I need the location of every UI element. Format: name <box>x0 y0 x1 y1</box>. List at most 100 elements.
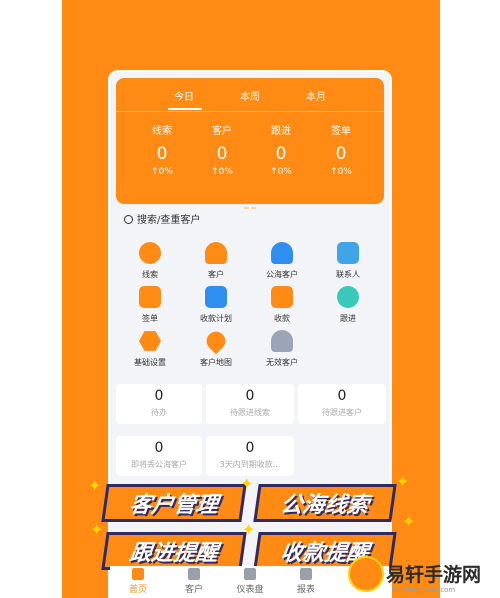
stat-change: ↑0% <box>330 167 352 177</box>
banner-follow-up-reminder: 跟进提醒 <box>101 532 247 570</box>
tile-value: 0 <box>154 440 164 456</box>
grid-item-label: 无效客户 <box>266 358 298 367</box>
grid-item-label: 客户地图 <box>200 358 232 367</box>
stat-label: 客户 <box>212 126 232 137</box>
grid-item-label: 跟进 <box>340 314 356 323</box>
grid-item-contracts[interactable]: 签单 <box>118 286 182 324</box>
stat-label: 线索 <box>152 126 172 137</box>
invalid-customer-icon <box>271 330 293 352</box>
grid-item-public-sea[interactable]: 公海客户 <box>250 242 314 280</box>
tab-today[interactable]: 今日 <box>174 88 194 103</box>
tab-this-month[interactable]: 本月 <box>306 88 326 103</box>
search-icon <box>124 215 133 224</box>
active-tab-indicator <box>168 108 202 110</box>
grid-item-follow-ups[interactable]: 跟进 <box>316 286 380 324</box>
period-tabs: 今日 本周 本月 <box>116 88 384 110</box>
grid-icon <box>188 568 200 580</box>
grid-item-settings[interactable]: 基础设置 <box>118 330 182 368</box>
sparkle-icon: ✦ <box>90 520 104 539</box>
stat-contracts[interactable]: 签单 0 ↑0% <box>311 122 371 177</box>
public-sea-customer-icon <box>271 242 293 264</box>
grid-item-label: 基础设置 <box>134 358 166 367</box>
customer-icon <box>205 242 227 264</box>
grid-item-label: 公海客户 <box>266 270 298 279</box>
carousel-dots <box>244 194 260 209</box>
nav-customers[interactable]: 客户 <box>166 568 222 595</box>
tab-this-week[interactable]: 本周 <box>240 88 260 103</box>
follow-up-icon <box>337 286 359 308</box>
tile-value: 0 <box>154 388 164 404</box>
stat-clues[interactable]: 线索 0 ↑0% <box>132 122 192 177</box>
grid-item-invalid-customers[interactable]: 无效客户 <box>250 330 314 368</box>
contract-icon <box>139 286 161 308</box>
search-bar[interactable]: 搜索/查重客户 <box>124 211 201 226</box>
clue-icon <box>139 242 161 264</box>
tile-value: 0 <box>245 388 255 404</box>
tile-label: 3天内到期收款... <box>219 460 281 469</box>
report-icon <box>300 568 312 580</box>
grid-item-clues[interactable]: 线索 <box>118 242 182 280</box>
stat-change: ↑0% <box>270 167 292 177</box>
grid-item-label: 签单 <box>142 314 158 323</box>
stat-value: 0 <box>216 144 228 164</box>
grid-item-payments[interactable]: 收款 <box>250 286 314 324</box>
stat-value: 0 <box>275 144 287 164</box>
search-placeholder: 搜索/查重客户 <box>137 215 201 226</box>
left-background <box>0 0 62 598</box>
banner-public-sea-clues: 公海线索 <box>253 484 397 522</box>
grid-item-contacts[interactable]: 联系人 <box>316 242 380 280</box>
grid-item-label: 收款 <box>274 314 290 323</box>
stat-label: 签单 <box>331 126 351 137</box>
grid-item-label: 联系人 <box>336 270 360 279</box>
grid-item-label: 客户 <box>208 270 224 279</box>
tile-label: 待办 <box>151 408 167 417</box>
sparkle-icon: ✦ <box>396 472 410 491</box>
stat-customers[interactable]: 客户 0 ↑0% <box>192 122 252 177</box>
tile-pending-customers[interactable]: 0 待跟进客户 <box>298 384 386 424</box>
grid-item-label: 线索 <box>142 270 158 279</box>
sparkle-icon: ✦ <box>402 512 416 531</box>
map-pin-icon <box>202 327 230 355</box>
tile-todo[interactable]: 0 待办 <box>116 384 202 424</box>
watermark-title: 易轩手游网 <box>386 564 482 586</box>
nav-reports[interactable]: 报表 <box>278 568 334 595</box>
nav-label: 报表 <box>296 585 315 595</box>
sparkle-icon: ✦ <box>240 474 254 493</box>
tile-expiring-public-sea[interactable]: 0 即将丢公海客户 <box>116 436 202 476</box>
watermark-logo-icon <box>348 556 384 592</box>
grid-item-customer-map[interactable]: 客户地图 <box>184 327 248 368</box>
tile-value: 0 <box>337 388 347 404</box>
nav-home[interactable]: 首页 <box>110 568 166 595</box>
stat-value: 0 <box>156 144 168 164</box>
payment-icon <box>271 286 293 308</box>
dashboard-icon <box>244 568 256 580</box>
tile-label: 即将丢公海客户 <box>131 460 187 469</box>
nav-label: 客户 <box>184 585 203 595</box>
stat-change: ↑0% <box>151 167 173 177</box>
right-background <box>440 0 500 598</box>
stat-change: ↑0% <box>211 167 233 177</box>
banner-customer-management: 客户管理 <box>101 484 247 522</box>
tile-payments-due[interactable]: 0 3天内到期收款... <box>206 436 294 476</box>
grid-item-label: 收款计划 <box>200 314 232 323</box>
home-icon <box>132 568 144 580</box>
nav-label: 首页 <box>128 585 147 595</box>
tile-label: 待跟进客户 <box>322 408 362 417</box>
watermark-url: ibudongguan.com <box>392 586 456 594</box>
stat-follow-ups[interactable]: 跟进 0 ↑0% <box>251 122 311 177</box>
contact-icon <box>337 242 359 264</box>
tile-value: 0 <box>245 440 255 456</box>
grid-item-payment-plans[interactable]: 收款计划 <box>184 286 248 324</box>
tile-pending-clues[interactable]: 0 待跟进线索 <box>206 384 294 424</box>
sparkle-icon: ✦ <box>88 476 102 495</box>
stats-card: 今日 本周 本月 线索 0 ↑0% 客户 0 ↑0% 跟进 0 ↑0% 签单 0… <box>116 78 384 209</box>
nav-label: 仪表盘 <box>236 585 264 595</box>
tile-label: 待跟进线索 <box>230 408 270 417</box>
sparkle-icon: ✦ <box>242 520 256 539</box>
stat-label: 跟进 <box>271 126 291 137</box>
payment-plan-icon <box>205 286 227 308</box>
settings-icon <box>139 331 161 351</box>
grid-item-customers[interactable]: 客户 <box>184 242 248 280</box>
nav-dashboard[interactable]: 仪表盘 <box>222 568 278 595</box>
stat-value: 0 <box>335 144 347 164</box>
